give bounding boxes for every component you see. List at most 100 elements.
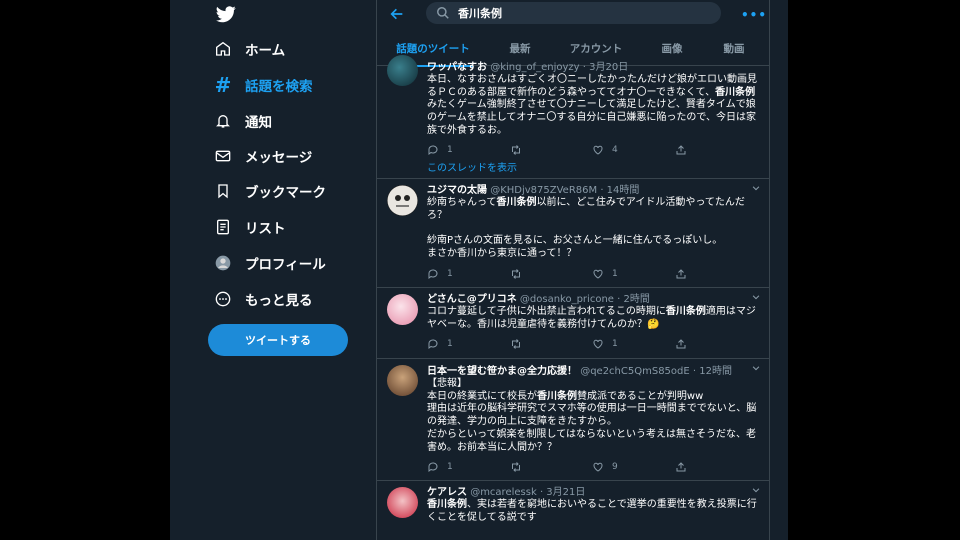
sidebar-item-more[interactable]: もっと見る xyxy=(214,285,313,313)
chevron-down-icon[interactable] xyxy=(751,183,761,193)
author-handle[interactable]: @king_of_enjoyzy xyxy=(490,62,579,73)
reply-button[interactable]: 1 xyxy=(427,268,510,280)
share-button[interactable] xyxy=(675,461,758,473)
sidebar-item-lists[interactable]: リスト xyxy=(214,213,286,241)
reply-button[interactable]: 1 xyxy=(427,144,510,156)
author-handle[interactable]: @mcarelessk xyxy=(470,487,537,498)
like-button[interactable]: 9 xyxy=(592,461,675,473)
like-count: 4 xyxy=(612,144,618,155)
tweet-time[interactable]: · 2時間 xyxy=(617,294,650,305)
author-name[interactable]: どさんこ@プリコネ xyxy=(427,294,517,305)
search-input[interactable]: 香川条例 xyxy=(426,2,721,24)
sidebar-item-label: リスト xyxy=(245,221,286,237)
heart-icon xyxy=(593,340,603,349)
retweet-icon xyxy=(511,144,520,155)
show-thread-link[interactable]: このスレッドを表示 xyxy=(427,161,757,179)
hashtag-icon: # xyxy=(214,73,232,97)
tweet-time[interactable]: · 3月20日 xyxy=(583,62,628,73)
avatar[interactable] xyxy=(387,185,418,216)
sidebar-item-label: 通知 xyxy=(245,115,272,131)
tweet-header: ユジマの太陽 @KHDjv875ZVeR86M · 14時間 xyxy=(427,184,757,197)
main-column: 香川条例 ••• 話題のツイート 最新 アカウント 画像 動画 ワッパなすお @… xyxy=(376,0,770,540)
avatar[interactable] xyxy=(387,294,418,325)
tweet[interactable]: 日本一を望む笹かま@全力応援！ @qe2chC5QmS85odE · 12時間 … xyxy=(377,359,769,481)
app-window: ホーム # 話題を検索 通知 メッセージ ブックマーク リスト プロフィール も… xyxy=(0,0,960,540)
author-name[interactable]: ケアレス xyxy=(427,487,467,498)
sidebar-item-label: もっと見る xyxy=(245,293,313,309)
share-button[interactable] xyxy=(675,144,758,156)
retweet-button[interactable] xyxy=(510,144,593,156)
retweet-button[interactable] xyxy=(510,268,593,280)
list-icon xyxy=(214,218,232,236)
heart-icon xyxy=(593,462,603,472)
retweet-button[interactable] xyxy=(510,461,593,473)
tweet-text: コロナ蔓延して子供に外出禁止言われてるこの時期に香川条例適用はマジヤベーな。香川… xyxy=(427,306,757,331)
tweet[interactable]: どさんこ@プリコネ @dosanko_pricone · 2時間 コロナ蔓延して… xyxy=(377,288,769,359)
retweet-button[interactable] xyxy=(510,338,593,350)
keyword-highlight: 香川条例 xyxy=(715,86,756,98)
author-name[interactable]: ユジマの太陽 xyxy=(427,185,487,196)
sidebar-item-messages[interactable]: メッセージ xyxy=(214,142,312,170)
avatar[interactable] xyxy=(387,365,418,396)
tweet-button[interactable]: ツイートする xyxy=(208,324,348,356)
author-handle[interactable]: @qe2chC5QmS85odE xyxy=(580,366,690,377)
tweet-header: ワッパなすお @king_of_enjoyzy · 3月20日 xyxy=(427,61,757,74)
keyword-highlight: 香川条例 xyxy=(496,197,537,208)
tweet[interactable]: ワッパなすお @king_of_enjoyzy · 3月20日 本日、なすおさん… xyxy=(377,55,769,179)
twitter-logo-icon[interactable] xyxy=(216,4,236,24)
retweet-icon xyxy=(511,268,520,279)
chevron-down-icon[interactable] xyxy=(751,485,761,495)
tweet-actions: 1 1 xyxy=(427,263,757,285)
reply-button[interactable]: 1 xyxy=(427,338,510,350)
reply-button[interactable]: 1 xyxy=(427,461,510,473)
back-arrow-icon[interactable] xyxy=(389,6,405,22)
retweet-icon xyxy=(511,462,520,473)
tweet-header: ケアレス @mcarelessk · 3月21日 xyxy=(427,486,757,499)
author-handle[interactable]: @dosanko_pricone xyxy=(520,294,614,305)
tweet-header: どさんこ@プリコネ @dosanko_pricone · 2時間 xyxy=(427,293,757,306)
reply-icon xyxy=(428,339,438,350)
sidebar-item-bookmarks[interactable]: ブックマーク xyxy=(214,177,326,205)
like-button[interactable]: 4 xyxy=(592,144,675,156)
share-button[interactable] xyxy=(675,338,758,350)
tweet-text-part: 【悲報】 本日の終業式にて校長が xyxy=(427,378,537,402)
tweet-text-part: みたくゲーム強制終了させて〇ナニーして満足したけど、賢者タイムで娘のゲームを禁止… xyxy=(427,99,756,136)
tweet[interactable]: ケアレス @mcarelessk · 3月21日 香川条例、実は若者を窮地におい… xyxy=(377,481,769,540)
avatar[interactable] xyxy=(387,55,418,86)
sidebar-item-notifications[interactable]: 通知 xyxy=(214,107,272,135)
keyword-highlight: 香川条例 xyxy=(665,306,706,317)
tweet-text: 香川条例、実は若者を窮地においやることで選挙の重要性を教え投票に行くことを促して… xyxy=(427,499,757,524)
keyword-highlight: 香川条例 xyxy=(537,390,577,402)
sidebar-item-explore[interactable]: # 話題を検索 xyxy=(214,71,313,99)
author-handle[interactable]: @KHDjv875ZVeR86M xyxy=(490,185,597,196)
like-count: 1 xyxy=(612,268,618,279)
sidebar-item-profile[interactable]: プロフィール xyxy=(214,249,326,277)
tweet-header: 日本一を望む笹かま@全力応援！ @qe2chC5QmS85odE · 12時間 xyxy=(427,365,757,378)
envelope-icon xyxy=(214,147,232,165)
tweet-actions: 1 1 xyxy=(427,333,757,355)
chevron-down-icon[interactable] xyxy=(751,292,761,302)
tweet-text-part: 、実は若者を窮地においやることで選挙の重要性を教え投票に行くことを促してる説です xyxy=(427,499,757,523)
tweet-text-part: 紗南ちゃんって xyxy=(427,197,497,208)
home-icon xyxy=(214,40,232,58)
like-button[interactable]: 1 xyxy=(592,268,675,280)
tweet-text-part: 本日、なすおさんはすごくオ〇ニーしたかったんだけど娘がエロい動画見るＰＣのある部… xyxy=(427,74,757,98)
tweet[interactable]: ユジマの太陽 @KHDjv875ZVeR86M · 14時間 紗南ちゃんって香川… xyxy=(377,179,769,288)
tweet-time[interactable]: · 14時間 xyxy=(600,185,639,196)
sidebar-item-home[interactable]: ホーム xyxy=(214,35,285,63)
tweet-feed: ワッパなすお @king_of_enjoyzy · 3月20日 本日、なすおさん… xyxy=(377,55,769,540)
share-button[interactable] xyxy=(675,268,758,280)
tweet-time[interactable]: · 3月21日 xyxy=(540,487,585,498)
reply-count: 1 xyxy=(447,268,453,279)
author-name[interactable]: ワッパなすお xyxy=(427,62,487,73)
author-name[interactable]: 日本一を望む笹かま@全力応援！ xyxy=(427,366,577,377)
keyword-highlight: 香川条例 xyxy=(427,499,467,510)
search-header: 香川条例 ••• xyxy=(377,0,769,28)
tweet-time[interactable]: · 12時間 xyxy=(693,366,732,377)
like-button[interactable]: 1 xyxy=(592,338,675,350)
more-options-icon[interactable]: ••• xyxy=(741,8,767,22)
share-icon xyxy=(676,144,685,155)
chevron-down-icon[interactable] xyxy=(751,363,761,373)
share-icon xyxy=(676,268,685,279)
avatar[interactable] xyxy=(387,487,418,518)
